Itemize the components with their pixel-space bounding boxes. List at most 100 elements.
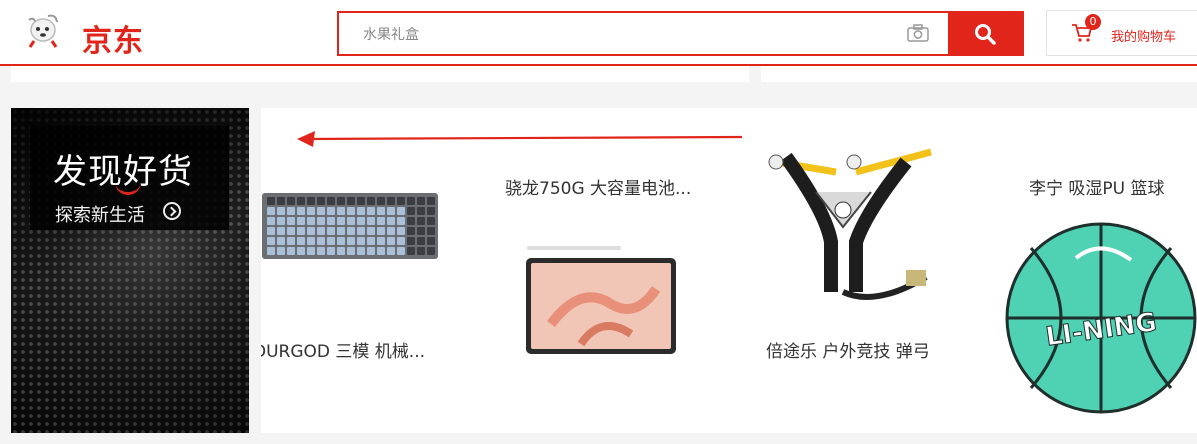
- cart-button[interactable]: 0 我的购物车: [1046, 10, 1197, 56]
- keyboard-key: [427, 247, 435, 255]
- keyboard-key: [307, 207, 315, 215]
- keyboard-key: [397, 227, 405, 235]
- keyboard-key: [317, 207, 325, 215]
- keyboard-key: [297, 247, 305, 255]
- circle-arrow-icon[interactable]: [163, 202, 181, 220]
- keyboard-key: [397, 237, 405, 245]
- keyboard-key: [397, 197, 405, 205]
- keyboard-key: [307, 237, 315, 245]
- keyboard-key: [357, 227, 365, 235]
- banner-title: 发现好货: [53, 144, 193, 195]
- keyboard-key: [327, 197, 335, 205]
- jd-logo[interactable]: 京东: [26, 10, 166, 59]
- keyboard-key: [367, 217, 375, 225]
- keyboard-key: [417, 207, 425, 215]
- keyboard-key: [357, 197, 365, 205]
- keyboard-key: [307, 227, 315, 235]
- basketball-image: LI-NING: [1005, 222, 1197, 414]
- search-button[interactable]: [948, 13, 1022, 54]
- keyboard-key: [337, 247, 345, 255]
- discover-banner[interactable]: 发现好货 探索新生活: [11, 108, 249, 433]
- product-name[interactable]: DURGOD 三模 机械...: [261, 337, 425, 362]
- keyboard-key: [407, 237, 415, 245]
- keyboard-key: [347, 197, 355, 205]
- camera-icon[interactable]: [907, 24, 929, 42]
- keyboard-key: [387, 227, 395, 235]
- product-carousel: DURGOD 三模 机械... 骁龙750G 大容量电池... 倍途乐 户外竞技…: [261, 108, 1197, 433]
- keyboard-key: [367, 237, 375, 245]
- product-card[interactable]: DURGOD 三模 机械...: [261, 108, 491, 433]
- keyboard-key: [297, 217, 305, 225]
- keyboard-key: [377, 247, 385, 255]
- keyboard-key: [277, 227, 285, 235]
- keyboard-key: [317, 197, 325, 205]
- cart-label: 我的购物车: [1111, 30, 1177, 45]
- banner-subtitle: 探索新生活: [55, 205, 145, 226]
- logo-text: 京东: [82, 24, 144, 59]
- keyboard-key: [317, 237, 325, 245]
- keyboard-key: [397, 217, 405, 225]
- keyboard-key: [367, 197, 375, 205]
- keyboard-key: [347, 237, 355, 245]
- keyboard-key: [387, 217, 395, 225]
- keyboard-key: [307, 247, 315, 255]
- keyboard-key: [277, 207, 285, 215]
- keyboard-key: [367, 227, 375, 235]
- product-name[interactable]: 倍途乐 户外竞技 弹弓: [766, 337, 930, 362]
- content-strip-left: [11, 66, 749, 82]
- keyboard-key: [417, 217, 425, 225]
- keyboard-key: [427, 217, 435, 225]
- keyboard-key: [407, 227, 415, 235]
- keyboard-key: [407, 247, 415, 255]
- keyboard-key: [287, 237, 295, 245]
- product-card[interactable]: 骁龙750G 大容量电池...: [491, 108, 716, 433]
- keyboard-key: [327, 217, 335, 225]
- keyboard-key: [317, 227, 325, 235]
- keyboard-key: [287, 197, 295, 205]
- keyboard-key: [397, 247, 405, 255]
- keyboard-key: [427, 207, 435, 215]
- keyboard-image: [262, 193, 438, 259]
- keyboard-key: [357, 237, 365, 245]
- keyboard-key: [357, 207, 365, 215]
- keyboard-key: [307, 197, 315, 205]
- keyboard-key: [307, 217, 315, 225]
- product-card[interactable]: 李宁 吸湿PU 篮球 LI-NING: [1001, 108, 1197, 433]
- keyboard-key: [377, 207, 385, 215]
- keyboard-key: [377, 197, 385, 205]
- keyboard-key: [337, 227, 345, 235]
- keyboard-key: [407, 207, 415, 215]
- keyboard-key: [287, 207, 295, 215]
- keyboard-key: [357, 217, 365, 225]
- keyboard-key: [287, 227, 295, 235]
- product-name[interactable]: 骁龙750G 大容量电池...: [505, 174, 691, 199]
- keyboard-key: [417, 237, 425, 245]
- keyboard-key: [277, 197, 285, 205]
- keyboard-key: [267, 207, 275, 215]
- keyboard-key: [377, 237, 385, 245]
- cart-count-badge: 0: [1085, 14, 1101, 30]
- keyboard-key: [327, 237, 335, 245]
- keyboard-key: [297, 227, 305, 235]
- keyboard-key: [297, 197, 305, 205]
- keyboard-key: [287, 247, 295, 255]
- keyboard-key: [317, 217, 325, 225]
- keyboard-key: [387, 207, 395, 215]
- keyboard-key: [377, 217, 385, 225]
- product-name[interactable]: 李宁 吸湿PU 篮球: [1029, 174, 1165, 199]
- keyboard-key: [277, 237, 285, 245]
- search-input[interactable]: [361, 21, 885, 49]
- keyboard-key: [427, 197, 435, 205]
- keyboard-key: [277, 247, 285, 255]
- product-card[interactable]: 倍途乐 户外竞技 弹弓: [746, 108, 971, 433]
- keyboard-key: [347, 247, 355, 255]
- content-strip-right: [761, 66, 1197, 82]
- keyboard-key: [267, 197, 275, 205]
- keyboard-key: [337, 207, 345, 215]
- keyboard-key: [427, 237, 435, 245]
- keyboard-key: [267, 217, 275, 225]
- keyboard-key: [297, 237, 305, 245]
- top-header: 京东 0 我的购物车: [0, 0, 1197, 66]
- keyboard-key: [417, 197, 425, 205]
- keyboard-key: [347, 227, 355, 235]
